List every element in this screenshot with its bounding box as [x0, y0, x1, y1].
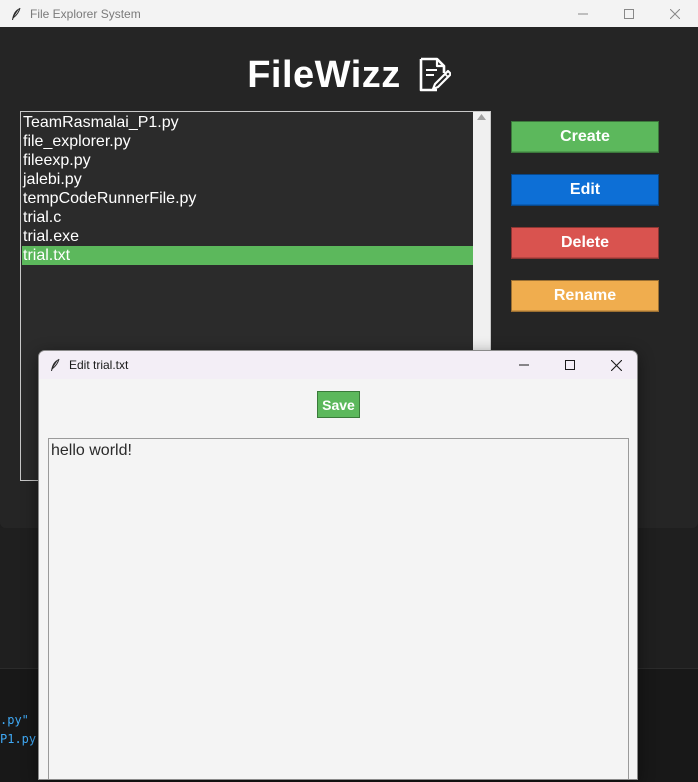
close-button[interactable]: [652, 0, 698, 27]
close-icon: [610, 359, 622, 371]
save-button[interactable]: Save: [317, 391, 360, 418]
maximize-icon: [565, 360, 575, 370]
file-list-item[interactable]: fileexp.py: [22, 151, 474, 170]
edit-button[interactable]: Edit: [511, 174, 659, 206]
close-button[interactable]: [593, 351, 637, 379]
minimize-icon: [578, 13, 588, 14]
create-button[interactable]: Create: [511, 121, 659, 153]
maximize-button[interactable]: [547, 351, 593, 379]
file-list-item[interactable]: trial.c: [22, 208, 474, 227]
edit-window-controls: [501, 351, 637, 379]
file-list-items: TeamRasmalai_P1.py file_explorer.py file…: [22, 113, 474, 265]
feather-icon: [47, 357, 63, 373]
file-list-item-selected[interactable]: trial.txt: [22, 246, 474, 265]
file-list-item[interactable]: TeamRasmalai_P1.py: [22, 113, 474, 132]
app-title: FileWizz: [247, 53, 401, 96]
close-icon: [670, 8, 680, 19]
edit-window-title: Edit trial.txt: [69, 358, 129, 372]
file-list-item[interactable]: jalebi.py: [22, 170, 474, 189]
file-list-item[interactable]: trial.exe: [22, 227, 474, 246]
edit-body: Save hello world!: [39, 379, 637, 779]
terminal-line: .py": [0, 713, 29, 727]
edit-titlebar[interactable]: Edit trial.txt: [39, 351, 637, 379]
file-list-item[interactable]: tempCodeRunnerFile.py: [22, 189, 474, 208]
delete-button[interactable]: Delete: [511, 227, 659, 259]
maximize-button[interactable]: [606, 0, 652, 27]
scroll-up-arrow-icon[interactable]: [473, 114, 490, 126]
edit-window: Edit trial.txt Save hello world!: [38, 350, 638, 780]
feather-icon: [8, 6, 24, 22]
app-header: FileWizz: [0, 51, 698, 99]
terminal-line: P1.py": [0, 732, 44, 746]
main-titlebar[interactable]: File Explorer System: [0, 0, 698, 27]
minimize-button[interactable]: [560, 0, 606, 27]
rename-button[interactable]: Rename: [511, 280, 659, 312]
window-controls: [560, 0, 698, 27]
minimize-button[interactable]: [501, 351, 547, 379]
edit-document-icon: [417, 57, 452, 98]
file-list-item[interactable]: file_explorer.py: [22, 132, 474, 151]
minimize-icon: [519, 364, 529, 366]
maximize-icon: [624, 8, 634, 19]
file-content-textarea[interactable]: hello world!: [48, 438, 629, 779]
window-title: File Explorer System: [30, 6, 141, 21]
